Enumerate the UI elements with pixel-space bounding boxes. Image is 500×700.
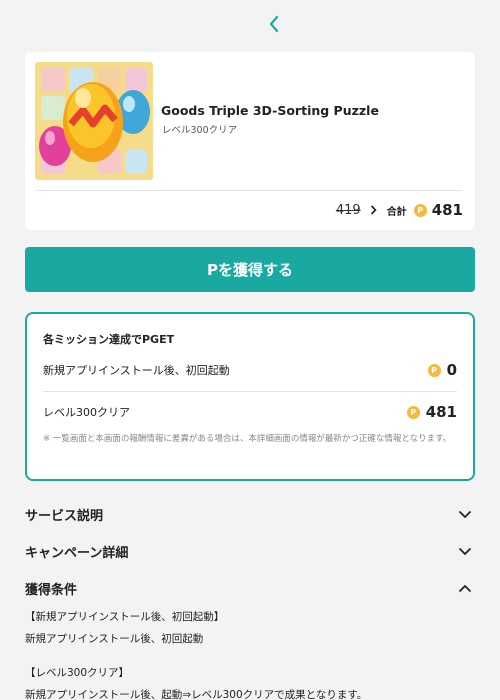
card-divider bbox=[37, 190, 463, 191]
back-button[interactable] bbox=[262, 10, 286, 38]
accordion-acquisition-conditions[interactable]: 獲得条件 bbox=[25, 576, 475, 600]
point-coin-icon: P bbox=[427, 363, 441, 377]
condition-heading: 【レベル300クリア】 bbox=[25, 667, 130, 679]
chevron-left-icon bbox=[269, 15, 279, 33]
chevron-right-icon bbox=[370, 205, 377, 215]
get-points-button[interactable]: Pを獲得する bbox=[25, 247, 475, 292]
mission-label: 新規アプリインストール後、初回起動 bbox=[43, 364, 230, 377]
mission-box: 各ミッション達成でPGET 新規アプリインストール後、初回起動 P 0 レベル3… bbox=[25, 312, 475, 481]
product-card: Goods Triple 3D-Sorting Puzzle レベル300クリア… bbox=[25, 52, 475, 230]
mission-divider bbox=[43, 391, 457, 392]
mission-points: P 481 bbox=[406, 403, 457, 421]
app-title: Goods Triple 3D-Sorting Puzzle bbox=[161, 103, 379, 118]
mission-row: 新規アプリインストール後、初回起動 P 0 bbox=[43, 359, 457, 381]
mission-points: P 0 bbox=[427, 361, 457, 379]
price-row: 419 合計 P 481 bbox=[336, 200, 463, 220]
accordion-label: サービス説明 bbox=[25, 508, 104, 524]
app-subtitle: レベル300クリア bbox=[162, 125, 238, 136]
accordion-campaign-details[interactable]: キャンペーン詳細 bbox=[25, 539, 475, 563]
chevron-down-icon bbox=[455, 541, 475, 561]
condition-body: 新規アプリインストール後、初回起動 bbox=[25, 633, 204, 645]
accordion-label: 獲得条件 bbox=[25, 582, 78, 598]
point-coin-icon: P bbox=[413, 203, 427, 217]
mission-points-value: 0 bbox=[446, 361, 457, 379]
mission-row: レベル300クリア P 481 bbox=[43, 401, 457, 423]
total-points: 481 bbox=[431, 201, 463, 219]
chevron-up-icon bbox=[455, 578, 475, 598]
mission-label: レベル300クリア bbox=[43, 406, 130, 419]
point-coin-icon: P bbox=[406, 405, 420, 419]
condition-heading: 【新規アプリインストール後、初回起動】 bbox=[25, 611, 225, 623]
accordion-label: キャンペーン詳細 bbox=[25, 545, 129, 561]
total-label: 合計 bbox=[386, 206, 407, 218]
accordion-service-description[interactable]: サービス説明 bbox=[25, 502, 475, 526]
mission-title: 各ミッション達成でPGET bbox=[43, 333, 175, 346]
mission-points-value: 481 bbox=[425, 403, 457, 421]
condition-body: 新規アプリインストール後、起動⇒レベル300クリアで成果となります。 bbox=[25, 689, 368, 700]
disclaimer-note: ※ 一覧画面と本画面の報酬情報に差異がある場合は、本詳細画面の情報が最新かつ正確… bbox=[43, 434, 452, 444]
app-icon-image bbox=[35, 62, 153, 180]
old-points: 419 bbox=[335, 202, 361, 218]
chevron-down-icon bbox=[455, 504, 475, 524]
